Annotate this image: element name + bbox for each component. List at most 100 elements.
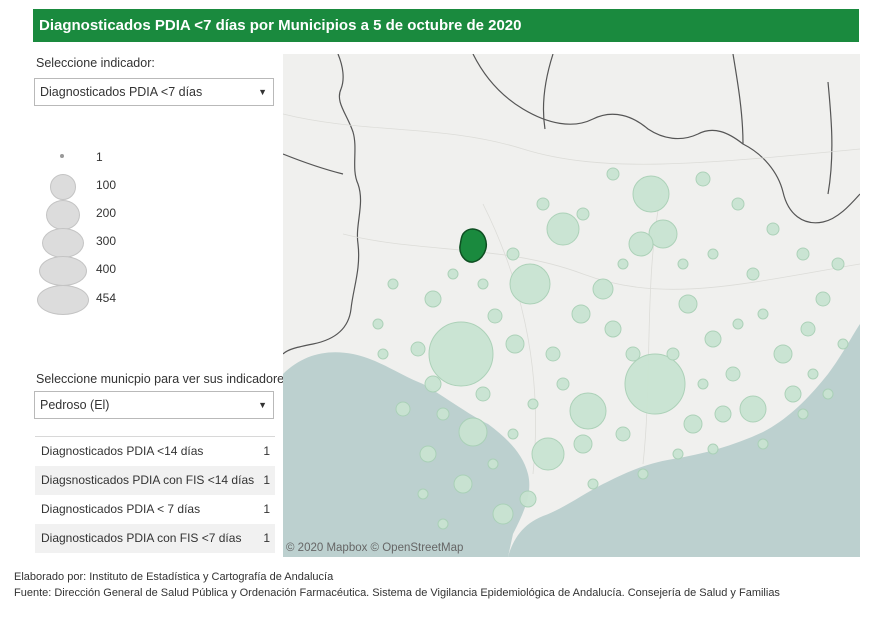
indicator-select[interactable]: Diagnosticados PDIA <7 días ▼ [34, 78, 274, 106]
legend-item: 200 [36, 200, 156, 230]
legend-value: 454 [96, 291, 117, 305]
municipio-bubble[interactable] [714, 405, 732, 423]
municipio-bubble[interactable] [527, 398, 539, 410]
municipio-bubble[interactable] [615, 426, 631, 442]
municipio-bubble[interactable] [587, 478, 599, 490]
municipio-bubble[interactable] [531, 437, 565, 471]
legend-item: 454 [36, 285, 156, 315]
municipio-bubble[interactable] [807, 368, 819, 380]
municipio-bubble[interactable] [387, 278, 399, 290]
municipio-bubble[interactable] [628, 231, 654, 257]
municipio-bubble[interactable] [592, 278, 614, 300]
municipio-bubble[interactable] [837, 338, 849, 350]
indicator-value: 1 [263, 531, 270, 545]
municipio-bubble[interactable] [458, 417, 488, 447]
municipio-bubble[interactable] [695, 171, 711, 187]
chevron-down-icon: ▼ [258, 87, 267, 97]
municipio-bubble[interactable] [697, 378, 709, 390]
municipio-bubble[interactable] [505, 334, 525, 354]
municipio-bubble[interactable] [815, 291, 831, 307]
legend-circle [39, 256, 87, 286]
municipio-bubble[interactable] [704, 330, 722, 348]
municipio-bubble[interactable] [757, 438, 769, 450]
municipio-bubble[interactable] [475, 386, 491, 402]
municipio-label: Seleccione municpio para ver sus indicad… [36, 372, 294, 386]
legend-value: 100 [96, 178, 117, 192]
municipio-bubble[interactable] [796, 247, 810, 261]
municipio-bubble[interactable] [424, 290, 442, 308]
municipio-bubble[interactable] [604, 320, 622, 338]
municipio-bubble[interactable] [766, 222, 780, 236]
map-view[interactable]: © 2020 Mapbox © OpenStreetMap [283, 54, 860, 557]
municipio-bubble[interactable] [487, 458, 499, 470]
legend-item: 1 [36, 144, 156, 172]
municipio-bubble[interactable] [436, 407, 450, 421]
municipio-bubble[interactable] [453, 474, 473, 494]
municipio-bubble[interactable] [556, 377, 570, 391]
municipio-bubble[interactable] [424, 375, 442, 393]
municipio-bubble[interactable] [536, 197, 550, 211]
chevron-down-icon: ▼ [258, 400, 267, 410]
municipio-bubble[interactable] [492, 503, 514, 525]
municipio-bubble[interactable] [784, 385, 802, 403]
legend-item: 400 [36, 256, 156, 286]
municipio-bubble[interactable] [545, 346, 561, 362]
municipio-bubble[interactable] [377, 348, 389, 360]
table-row: Diagnosticados PDIA <14 días 1 [35, 437, 275, 466]
municipio-bubble[interactable] [624, 353, 686, 415]
municipio-bubble[interactable] [606, 167, 620, 181]
municipio-bubble[interactable] [625, 346, 641, 362]
municipio-bubble[interactable] [419, 445, 437, 463]
municipio-bubble[interactable] [417, 488, 429, 500]
municipio-bubble[interactable] [487, 308, 503, 324]
municipio-bubble[interactable] [731, 197, 745, 211]
municipio-bubble[interactable] [569, 392, 607, 430]
municipio-bubble[interactable] [732, 318, 744, 330]
municipio-bubble[interactable] [797, 408, 809, 420]
municipio-bubble[interactable] [632, 175, 670, 213]
municipio-bubble[interactable] [678, 294, 698, 314]
municipio-bubble[interactable] [410, 341, 426, 357]
legend-circle [37, 285, 89, 315]
legend-value: 200 [96, 206, 117, 220]
municipio-bubble[interactable] [800, 321, 816, 337]
map-attribution[interactable]: © 2020 Mapbox © OpenStreetMap [286, 542, 463, 554]
municipio-bubble[interactable] [822, 388, 834, 400]
municipio-bubble[interactable] [571, 304, 591, 324]
municipio-select[interactable]: Pedroso (El) ▼ [34, 391, 274, 419]
municipio-bubble[interactable] [395, 401, 411, 417]
municipio-bubble[interactable] [507, 428, 519, 440]
municipio-bubble[interactable] [666, 347, 680, 361]
municipio-bubble[interactable] [477, 278, 489, 290]
municipio-bubble[interactable] [617, 258, 629, 270]
municipio-bubble[interactable] [509, 263, 551, 305]
page-title: Diagnosticados PDIA <7 días por Municipi… [33, 9, 859, 42]
municipio-bubble[interactable] [428, 321, 494, 387]
table-row: Diagnosticados PDIA < 7 días 1 [35, 495, 275, 524]
municipio-bubble[interactable] [447, 268, 459, 280]
municipio-bubble[interactable] [437, 518, 449, 530]
legend-circle [50, 174, 76, 200]
municipio-bubble[interactable] [546, 212, 580, 246]
municipio-bubble[interactable] [707, 443, 719, 455]
municipio-bubble[interactable] [831, 257, 845, 271]
selected-municipio-shape[interactable] [459, 228, 487, 263]
indicator-name: Diagnosticados PDIA < 7 días [41, 502, 201, 516]
municipio-bubble[interactable] [573, 434, 593, 454]
municipio-bubble[interactable] [672, 448, 684, 460]
municipio-bubble[interactable] [725, 366, 741, 382]
municipio-bubble[interactable] [773, 344, 793, 364]
legend-circle [46, 200, 80, 230]
municipio-bubble[interactable] [707, 248, 719, 260]
municipio-bubble[interactable] [739, 395, 767, 423]
municipio-bubble[interactable] [746, 267, 760, 281]
municipio-bubble[interactable] [506, 247, 520, 261]
map-canvas[interactable] [283, 54, 860, 557]
municipio-bubble[interactable] [637, 468, 649, 480]
municipio-bubble[interactable] [683, 414, 703, 434]
municipio-bubble[interactable] [372, 318, 384, 330]
municipio-bubble[interactable] [576, 207, 590, 221]
municipio-bubble[interactable] [519, 490, 537, 508]
municipio-bubble[interactable] [757, 308, 769, 320]
municipio-bubble[interactable] [677, 258, 689, 270]
